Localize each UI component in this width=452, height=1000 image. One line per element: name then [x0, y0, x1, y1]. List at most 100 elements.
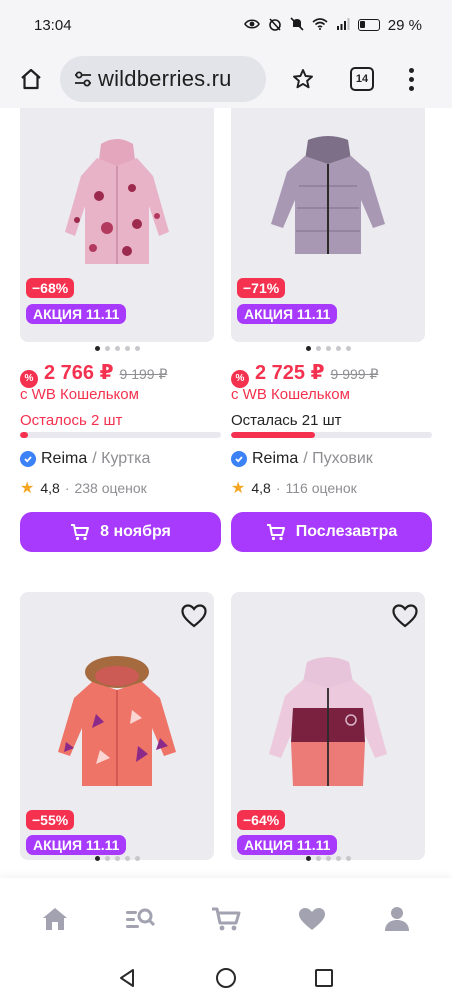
- brand-row[interactable]: Reima / Пуховик: [231, 450, 373, 468]
- status-icons: 29 %: [243, 16, 422, 34]
- rating-star-icon: ★: [231, 480, 246, 497]
- brand-row[interactable]: Reima / Куртка: [20, 450, 150, 468]
- back-icon: [120, 968, 135, 987]
- discount-badge: −64%: [237, 810, 286, 830]
- reviews-dot: ·: [275, 480, 281, 496]
- alarm-off-icon: [268, 17, 282, 33]
- promo-badge: АКЦИЯ 11.11: [237, 304, 338, 324]
- reviews-count: 238 оценок: [74, 480, 147, 496]
- product-image[interactable]: −64% АКЦИЯ 11.11: [231, 592, 425, 860]
- bookmark-button[interactable]: [286, 62, 320, 96]
- add-to-cart-button[interactable]: 8 ноября: [20, 512, 221, 552]
- discount-badge: −71%: [237, 278, 286, 298]
- rating-value: 4,8: [251, 480, 271, 496]
- status-bar: 13:04 29 %: [0, 0, 452, 50]
- pink-coral-ski-jacket-icon: [269, 657, 387, 786]
- favorites-icon: [298, 908, 325, 930]
- wallet-discount-icon: %: [231, 369, 249, 388]
- image-pager-dots: [231, 346, 425, 351]
- wifi-icon: [312, 18, 328, 32]
- cart-icon: [211, 907, 241, 931]
- system-recents-button[interactable]: [314, 968, 334, 993]
- image-pager-dots: [231, 856, 425, 861]
- status-time: 13:04: [34, 16, 72, 34]
- verified-check-icon: [231, 451, 247, 467]
- image-pager-dots: [20, 856, 214, 861]
- favorite-button[interactable]: [389, 600, 421, 632]
- product-category: / Пуховик: [303, 450, 373, 467]
- product-category: / Куртка: [92, 450, 151, 467]
- stock-progress-bar: [20, 432, 221, 438]
- brand-name: Reima: [41, 450, 88, 467]
- delivery-date: 8 ноября: [100, 523, 171, 540]
- product-image[interactable]: −68% АКЦИЯ 11.11: [20, 108, 214, 342]
- price-row: % 2 766 ₽ 9 199 ₽: [20, 360, 168, 388]
- discount-badge: −68%: [26, 278, 75, 298]
- profile-icon: [385, 907, 410, 931]
- discount-badge: −55%: [26, 810, 75, 830]
- rating-row: ★ 4,8 · 116 оценок: [231, 478, 357, 498]
- site-settings-icon[interactable]: [70, 71, 96, 87]
- product-grid: −68% АКЦИЯ 11.11 % 2 766 ₽ 9 199 ₽ с WB …: [0, 108, 452, 878]
- old-price: 9 999 ₽: [330, 366, 379, 382]
- coral-fur-hood-jacket-icon: [58, 656, 176, 786]
- price-row: % 2 725 ₽ 9 999 ₽: [231, 360, 379, 388]
- favorite-button[interactable]: [178, 600, 210, 632]
- heart-icon: [392, 604, 418, 628]
- home-circle-icon: [215, 967, 236, 988]
- stock-left: Осталась 21 шт: [231, 412, 342, 429]
- home-icon: [42, 908, 67, 930]
- recents-icon: [314, 968, 333, 987]
- old-price: 9 199 ₽: [119, 366, 168, 382]
- screen: 13:04 29 % wildberries.ru 14 −68% АКЦИЯ …: [0, 0, 452, 1000]
- browser-home-button[interactable]: [14, 62, 48, 96]
- stock-progress-bar: [231, 432, 432, 438]
- system-navigation: [0, 960, 452, 1000]
- tabs-button[interactable]: 14: [350, 67, 374, 91]
- nav-home[interactable]: [35, 899, 75, 939]
- cart-icon: [71, 524, 90, 541]
- pink-floral-jacket-icon: [65, 139, 169, 264]
- star-icon: [293, 69, 313, 89]
- add-to-cart-button[interactable]: Послезавтра: [231, 512, 432, 552]
- nav-cart[interactable]: [206, 899, 246, 939]
- mute-icon: [290, 17, 304, 33]
- wallet-note: с WB Кошельком: [20, 386, 139, 403]
- nav-favorites[interactable]: [292, 899, 332, 939]
- rating-value: 4,8: [40, 480, 60, 496]
- stock-left: Осталось 2 шт: [20, 412, 123, 429]
- battery-icon: [357, 19, 380, 31]
- browser-menu-button[interactable]: [406, 67, 416, 91]
- product-image[interactable]: −71% АКЦИЯ 11.11: [231, 108, 425, 342]
- wallet-note: с WB Кошельком: [231, 386, 350, 403]
- delivery-date: Послезавтра: [295, 523, 398, 540]
- promo-badge: АКЦИЯ 11.11: [26, 835, 127, 855]
- url-text: wildberries.ru: [98, 66, 232, 91]
- stock-progress-fill: [231, 432, 316, 438]
- promo-badge: АКЦИЯ 11.11: [237, 835, 338, 855]
- signal-icon: [336, 18, 350, 32]
- system-home-button[interactable]: [215, 967, 237, 994]
- system-back-button[interactable]: [118, 968, 138, 993]
- current-price: 2 725 ₽: [255, 362, 325, 384]
- eye-icon: [243, 18, 260, 32]
- reviews-dot: ·: [64, 480, 70, 496]
- image-pager-dots: [20, 346, 214, 351]
- lilac-puffer-jacket-icon: [271, 136, 385, 254]
- brand-name: Reima: [252, 450, 299, 467]
- product-image[interactable]: −55% АКЦИЯ 11.11: [20, 592, 214, 860]
- browser-toolbar: wildberries.ru 14: [0, 50, 452, 108]
- rating-star-icon: ★: [20, 480, 35, 497]
- nav-profile[interactable]: [377, 899, 417, 939]
- address-bar[interactable]: wildberries.ru: [60, 56, 266, 102]
- rating-row: ★ 4,8 · 238 оценок: [20, 478, 147, 498]
- current-price: 2 766 ₽: [44, 362, 114, 384]
- nav-catalog[interactable]: [120, 899, 160, 939]
- catalog-search-icon: [126, 908, 156, 928]
- heart-icon: [181, 604, 207, 628]
- promo-badge: АКЦИЯ 11.11: [26, 304, 127, 324]
- cart-icon: [266, 524, 285, 541]
- wallet-discount-icon: %: [20, 369, 38, 388]
- home-outline-icon: [21, 68, 41, 90]
- battery-percent: 29 %: [387, 16, 422, 34]
